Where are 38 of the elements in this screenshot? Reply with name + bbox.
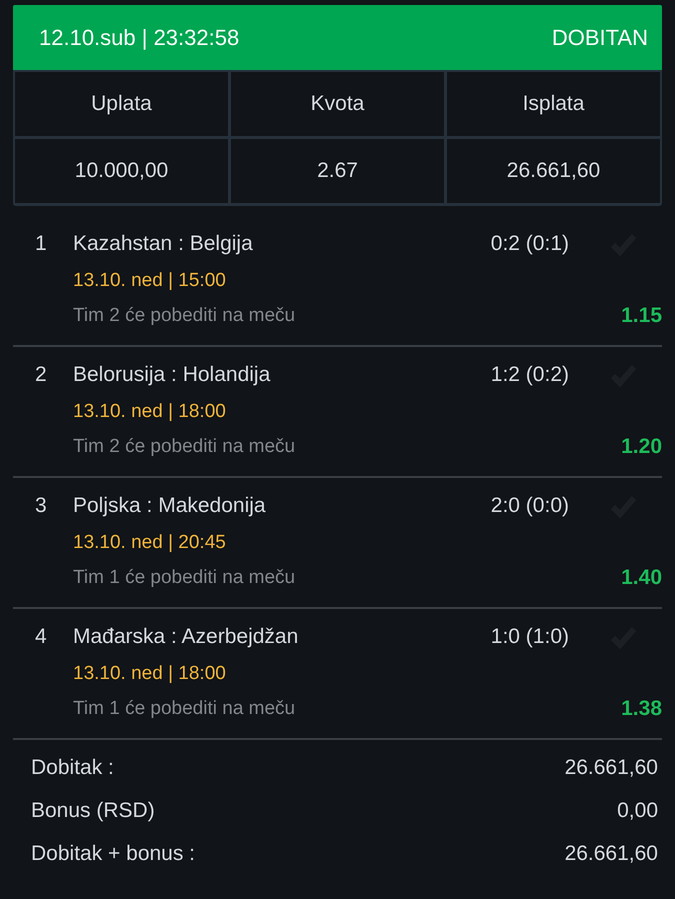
match-start-time: 13.10. ned | 18:00: [73, 401, 227, 423]
bet-tip: Tim 1 će pobediti na meču: [73, 567, 296, 589]
match-number: 2: [34, 363, 48, 387]
match-teams: Belorusija : Holandija: [73, 363, 272, 387]
bet-tip: Tim 2 će pobediti na meču: [73, 305, 296, 327]
match-odds: 1.40: [620, 566, 662, 590]
match-odds: 1.20: [620, 435, 662, 459]
bet-tip: Tim 1 će pobediti na meču: [73, 698, 296, 720]
summary-value: 0,00: [617, 798, 658, 822]
table-cell: 26.661,60: [447, 139, 660, 203]
match-number: 3: [34, 494, 48, 518]
column-header: Uplata: [15, 72, 228, 136]
column-header: Isplata: [447, 72, 660, 136]
match-score: 2:0 (0:0): [490, 494, 570, 518]
match-score: 1:2 (0:2): [490, 363, 570, 387]
table-cell: 10.000,00: [15, 139, 228, 203]
summary-label: Dobitak + bonus :: [31, 842, 196, 866]
match-start-time: 13.10. ned | 20:45: [73, 532, 227, 554]
match-odds: 1.38: [620, 697, 662, 721]
match-teams: Mađarska : Azerbejdžan: [73, 625, 300, 649]
table-cell: 2.67: [231, 139, 444, 203]
match-odds: 1.15: [620, 304, 662, 328]
column-header: Kvota: [231, 72, 444, 136]
match-number: 1: [34, 232, 48, 256]
summary-value: 26.661,60: [564, 842, 658, 866]
match-teams: Poljska : Makedonija: [73, 494, 267, 518]
match-score: 0:2 (0:1): [490, 232, 570, 256]
match-score: 1:0 (1:0): [490, 625, 570, 649]
match-start-time: 13.10. ned | 18:00: [73, 663, 227, 685]
ticket-datetime: 12.10.sub | 23:32:58: [39, 24, 240, 50]
ticket-status: DOBITAN: [552, 24, 648, 50]
summary-label: Dobitak :: [31, 756, 114, 780]
match-number: 4: [34, 625, 48, 649]
bet-tip: Tim 2 će pobediti na meču: [73, 436, 296, 458]
match-start-time: 13.10. ned | 15:00: [73, 270, 227, 292]
match-teams: Kazahstan : Belgija: [73, 232, 254, 256]
summary-label: Bonus (RSD): [31, 798, 155, 822]
summary-value: 26.661,60: [564, 756, 658, 780]
